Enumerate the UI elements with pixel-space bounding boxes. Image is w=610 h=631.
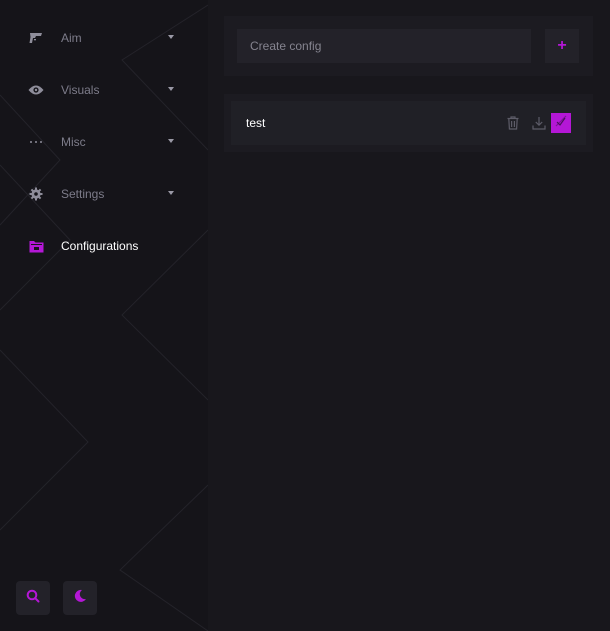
config-list: test [224, 94, 593, 152]
sidebar: Aim Visuals Misc Settings Configurations [0, 0, 208, 631]
sidebar-item-settings[interactable]: Settings [0, 168, 208, 220]
ellipsis-icon [28, 134, 44, 150]
sidebar-item-aim[interactable]: Aim [0, 12, 208, 64]
sidebar-item-label: Settings [61, 187, 105, 201]
sidebar-item-label: Misc [61, 135, 86, 149]
sidebar-nav: Aim Visuals Misc Settings Configurations [0, 12, 208, 272]
sidebar-item-label: Aim [61, 31, 82, 45]
moon-icon [73, 589, 87, 608]
sidebar-item-label: Visuals [61, 83, 100, 97]
chevron-down-icon [168, 191, 174, 195]
gun-icon [28, 30, 44, 46]
sidebar-item-label: Configurations [61, 239, 139, 253]
folder-icon [28, 238, 44, 254]
search-button[interactable] [16, 581, 50, 615]
chevron-down-icon [168, 139, 174, 143]
download-icon[interactable] [530, 114, 548, 132]
sidebar-item-visuals[interactable]: Visuals [0, 64, 208, 116]
config-name: test [246, 116, 266, 130]
list-item: test [231, 101, 586, 145]
eye-icon [28, 82, 44, 98]
sidebar-item-configurations[interactable]: Configurations [0, 220, 208, 272]
apply-icon [555, 114, 567, 132]
sidebar-item-misc[interactable]: Misc [0, 116, 208, 168]
add-config-button[interactable]: + [545, 29, 579, 63]
theme-toggle-button[interactable] [63, 581, 97, 615]
trash-icon[interactable] [504, 114, 522, 132]
apply-config-button[interactable] [551, 113, 571, 133]
gear-icon [28, 186, 44, 202]
create-config-input[interactable] [237, 29, 531, 63]
search-icon [26, 589, 40, 608]
chevron-down-icon [168, 35, 174, 39]
chevron-down-icon [168, 87, 174, 91]
main-content: + test [208, 0, 610, 631]
create-config-panel: + [224, 16, 593, 76]
